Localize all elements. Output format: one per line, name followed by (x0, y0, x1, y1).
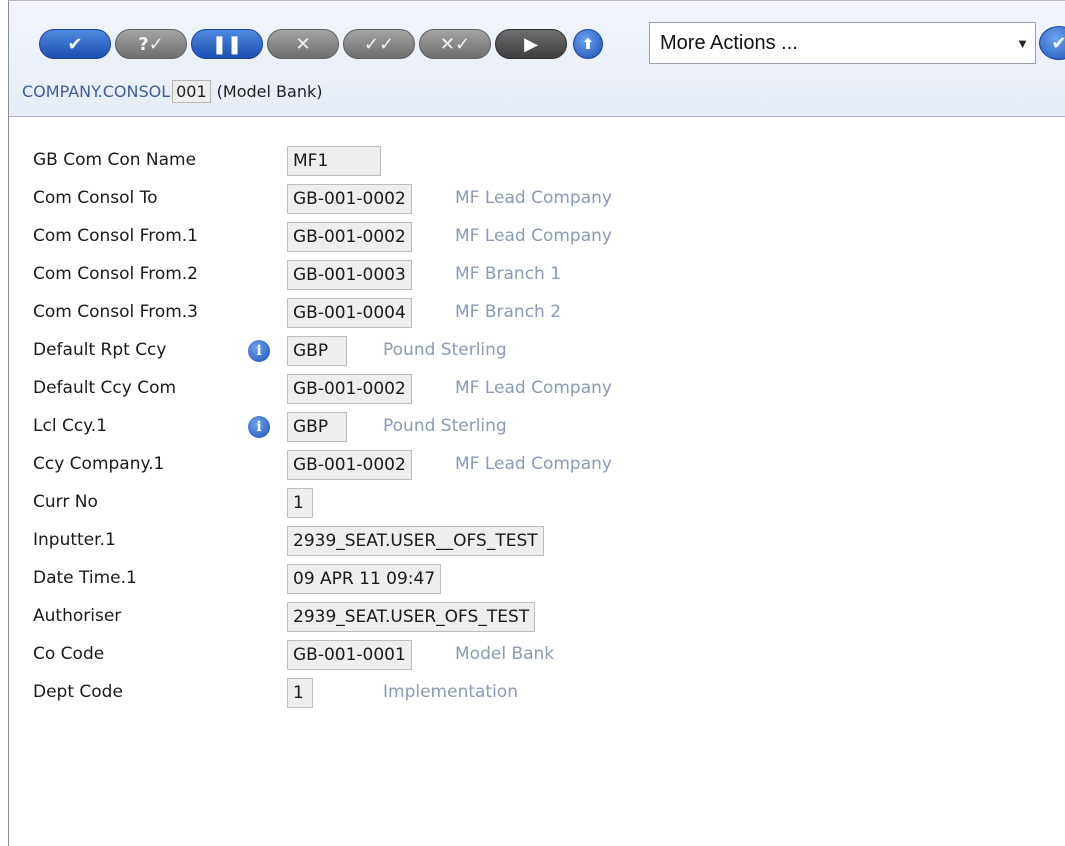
field-label: Authoriser (33, 606, 122, 626)
field-label: Default Rpt Ccy (33, 340, 167, 360)
commit-button[interactable]: ✔ (39, 29, 111, 59)
reverse-icon: ✕✓ (439, 33, 471, 55)
field-row-default-rpt-ccy: Default Rpt Ccy i GBP Pound Sterling (33, 336, 1033, 368)
field-label: Default Ccy Com (33, 378, 177, 398)
field-description: MF Lead Company (455, 188, 612, 208)
record-description: (Model Bank) (216, 81, 323, 101)
field-value: 1 (287, 488, 313, 518)
field-description: MF Branch 1 (455, 264, 562, 284)
field-value: 2939_SEAT.USER_OFS_TEST (287, 602, 536, 632)
field-label: Com Consol From.3 (33, 302, 199, 322)
field-row-co-code: Co Code GB-001-0001 Model Bank (33, 640, 1033, 672)
info-icon[interactable]: i (248, 340, 270, 362)
record-identifier: COMPANY.CONSOL 001 (Model Bank) (22, 77, 322, 105)
field-row-com-consol-from-2: Com Consol From.2 GB-001-0003 MF Branch … (33, 260, 1033, 292)
field-value: GB-001-0003 (287, 260, 412, 290)
field-label: Co Code (33, 644, 105, 664)
application-name: COMPANY.CONSOL (22, 81, 171, 101)
field-description: Model Bank (455, 644, 555, 664)
field-value: 2939_SEAT.USER__OFS_TEST (287, 526, 544, 556)
go-check-icon: ✔ (1051, 32, 1065, 54)
field-description: Implementation (383, 682, 518, 702)
delete-button[interactable]: ✕ (267, 29, 339, 59)
field-row-com-consol-to: Com Consol To GB-001-0002 MF Lead Compan… (33, 184, 1033, 216)
info-icon[interactable]: i (248, 416, 270, 438)
upload-icon: ⬆ (581, 35, 595, 53)
reverse-button[interactable]: ✕✓ (419, 29, 491, 59)
field-value: GB-001-0002 (287, 222, 412, 252)
more-actions-value: More Actions ... (660, 31, 798, 54)
field-value: GB-001-0004 (287, 298, 412, 328)
field-label: Ccy Company.1 (33, 454, 165, 474)
validate-icon: ?✓ (138, 33, 164, 55)
field-row-inputter-1: Inputter.1 2939_SEAT.USER__OFS_TEST (33, 526, 1033, 558)
field-row-dept-code: Dept Code 1 Implementation (33, 678, 1033, 710)
more-actions-select[interactable]: More Actions ... ▼ (649, 22, 1036, 64)
field-description: MF Lead Company (455, 454, 612, 474)
field-label: Com Consol To (33, 188, 158, 208)
field-row-lcl-ccy-1: Lcl Ccy.1 i GBP Pound Sterling (33, 412, 1033, 444)
field-row-curr-no: Curr No 1 (33, 488, 1033, 520)
field-value: MF1 (287, 146, 381, 176)
field-row-gb-com-con-name: GB Com Con Name MF1 (33, 146, 1033, 178)
field-row-ccy-company-1: Ccy Company.1 GB-001-0002 MF Lead Compan… (33, 450, 1033, 482)
field-label: Inputter.1 (33, 530, 116, 550)
chevron-down-icon[interactable]: ▼ (1016, 36, 1029, 51)
validate-button[interactable]: ?✓ (115, 29, 187, 59)
field-description: MF Branch 2 (455, 302, 562, 322)
field-label: Date Time.1 (33, 568, 137, 588)
field-description: MF Lead Company (455, 226, 612, 246)
field-label: Com Consol From.2 (33, 264, 199, 284)
record-id-field: 001 (172, 79, 211, 103)
go-button[interactable]: ✔ (1039, 26, 1065, 60)
hold-button[interactable]: ❚❚ (191, 29, 263, 59)
field-label: Com Consol From.1 (33, 226, 199, 246)
field-label: Dept Code (33, 682, 123, 702)
toolbar: ✔ ?✓ ❚❚ ✕ ✓✓ ✕✓ ▶ ⬆ (39, 25, 611, 63)
field-label: Curr No (33, 492, 98, 512)
field-value: GB-001-0001 (287, 640, 412, 670)
authorise-button[interactable]: ✓✓ (343, 29, 415, 59)
field-description: Pound Sterling (383, 416, 507, 436)
field-value: 09 APR 11 09:47 (287, 564, 442, 594)
field-value: 1 (287, 678, 313, 708)
field-label: GB Com Con Name (33, 150, 197, 170)
field-row-default-ccy-com: Default Ccy Com GB-001-0002 MF Lead Comp… (33, 374, 1033, 406)
field-value: GB-001-0002 (287, 184, 412, 214)
field-description: Pound Sterling (383, 340, 507, 360)
upload-button[interactable]: ⬆ (573, 29, 603, 59)
field-row-authoriser: Authoriser 2939_SEAT.USER_OFS_TEST (33, 602, 1033, 634)
next-icon: ▶ (524, 33, 538, 55)
next-button[interactable]: ▶ (495, 29, 567, 59)
field-row-com-consol-from-1: Com Consol From.1 GB-001-0002 MF Lead Co… (33, 222, 1033, 254)
authorise-icon: ✓✓ (363, 33, 395, 55)
check-icon: ✔ (67, 33, 83, 55)
delete-icon: ✕ (295, 33, 311, 55)
field-value: GBP (287, 336, 347, 366)
field-label: Lcl Ccy.1 (33, 416, 108, 436)
field-value: GB-001-0002 (287, 374, 412, 404)
field-row-com-consol-from-3: Com Consol From.3 GB-001-0004 MF Branch … (33, 298, 1033, 330)
field-row-date-time-1: Date Time.1 09 APR 11 09:47 (33, 564, 1033, 596)
field-value: GB-001-0002 (287, 450, 412, 480)
header-toolbar-area: ✔ ?✓ ❚❚ ✕ ✓✓ ✕✓ ▶ ⬆ More Actions ... ▼ ✔… (9, 1, 1065, 117)
hold-icon: ❚❚ (211, 33, 243, 55)
field-description: MF Lead Company (455, 378, 612, 398)
field-value: GBP (287, 412, 347, 442)
